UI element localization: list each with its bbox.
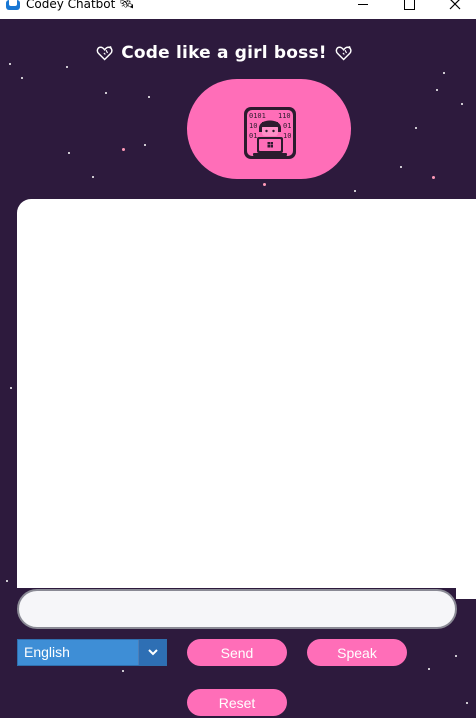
svg-text:10: 10 [283,132,291,140]
svg-text:10: 10 [249,122,257,130]
star [400,166,402,168]
svg-text:110: 110 [278,112,291,120]
chat-history-panel[interactable] [17,199,476,588]
language-select[interactable]: English [17,639,167,666]
star [10,387,12,389]
star [436,89,438,91]
star [105,92,107,94]
window-titlebar: Codey Chatbot 🛰 [0,0,476,19]
minimize-icon [358,4,368,5]
star [354,190,356,192]
window-title: Codey Chatbot 🛰 [26,0,135,11]
star [122,670,124,672]
star [428,668,430,670]
close-icon [449,0,461,10]
star [148,96,150,98]
close-button[interactable] [432,0,476,19]
star [92,176,94,178]
star [415,127,417,129]
chevron-down-icon [147,649,158,656]
reset-button[interactable]: Reset [187,689,287,716]
star [66,66,68,68]
svg-text:0101: 0101 [249,112,266,120]
star [6,580,8,582]
app-heading: Code like a girl boss! [96,40,352,66]
language-dropdown-toggle[interactable] [138,640,166,665]
heading-text: Code like a girl boss! [121,43,327,63]
star [466,702,468,704]
message-input[interactable] [17,589,457,629]
send-button[interactable]: Send [187,639,287,666]
chat-scrollbar[interactable] [456,588,476,599]
avatar-badge: 0101 110 10 01 01 10 [187,79,351,179]
star [443,72,445,74]
star [432,176,435,179]
language-selected-value: English [24,644,70,660]
speak-button[interactable]: Speak [307,639,407,666]
svg-text:01: 01 [283,122,291,130]
star [455,655,457,657]
star [122,148,125,151]
star [144,144,146,146]
maximize-button[interactable] [386,0,432,19]
star [9,63,11,65]
maximize-icon [403,0,415,10]
star [263,183,266,186]
coder-girl-laptop-icon: 0101 110 10 01 01 10 [244,107,296,159]
star [461,103,463,105]
svg-text:01: 01 [249,132,257,140]
sparkle-heart-icon [335,46,352,61]
minimize-button[interactable] [340,0,386,19]
sparkle-heart-icon [96,46,113,61]
star [68,152,70,154]
star [21,77,23,79]
app-icon [6,0,20,10]
